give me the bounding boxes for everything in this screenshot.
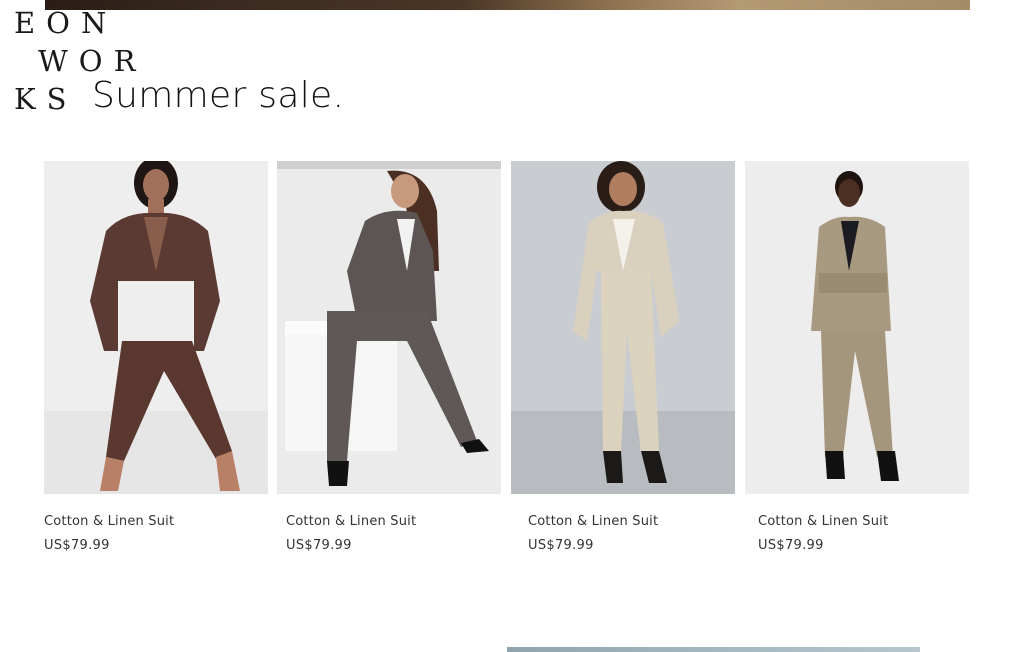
product-card[interactable]: Cotton & Linen Suit US$79.99 xyxy=(745,161,969,553)
logo-line: EON xyxy=(14,6,118,40)
product-price: US$79.99 xyxy=(44,538,110,553)
hero-banner-image[interactable] xyxy=(45,0,970,10)
promo-banner-image[interactable] xyxy=(507,647,920,652)
product-image[interactable] xyxy=(745,161,969,494)
product-card[interactable]: Cotton & Linen Suit US$79.99 xyxy=(511,161,735,553)
section-title: Summer sale. xyxy=(92,75,345,116)
product-image[interactable] xyxy=(277,161,501,494)
product-name[interactable]: Cotton & Linen Suit xyxy=(528,514,658,529)
product-image[interactable] xyxy=(44,161,268,494)
product-price: US$79.99 xyxy=(286,538,352,553)
product-name[interactable]: Cotton & Linen Suit xyxy=(286,514,416,529)
product-name[interactable]: Cotton & Linen Suit xyxy=(758,514,888,529)
product-price: US$79.99 xyxy=(758,538,824,553)
page: EON WOR KS Summer sale. Cotton & Linen S… xyxy=(0,0,1013,652)
product-card[interactable]: Cotton & Linen Suit US$79.99 xyxy=(277,161,501,553)
product-name[interactable]: Cotton & Linen Suit xyxy=(44,514,174,529)
product-card[interactable]: Cotton & Linen Suit US$79.99 xyxy=(44,161,268,553)
product-image[interactable] xyxy=(511,161,735,494)
product-price: US$79.99 xyxy=(528,538,594,553)
